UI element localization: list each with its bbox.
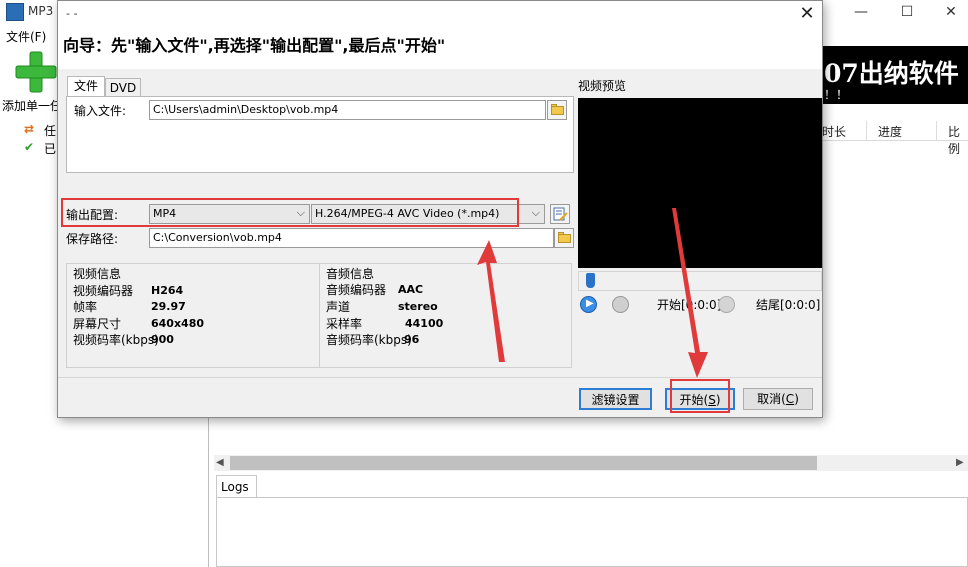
refresh-icon: ⇄ xyxy=(24,122,35,136)
play-icon[interactable]: ▶ xyxy=(580,296,597,313)
scrollbar-thumb[interactable] xyxy=(230,456,817,470)
highlight-box-output xyxy=(61,198,519,227)
input-file-label: 输入文件: xyxy=(74,104,127,118)
logs-area xyxy=(216,497,968,567)
wizard-instruction: 向导：先"输入文件",再选择"输出配置",最后点"开始" xyxy=(63,36,446,55)
audio-bitrate-key: 音频码率(kbps) xyxy=(326,333,412,347)
end-time: 结尾[0:0:0] xyxy=(756,298,821,312)
dialog-title: - - xyxy=(66,7,78,20)
screen-size-value: 640x480 xyxy=(151,317,205,330)
video-bitrate-value: 900 xyxy=(151,333,174,346)
preview-label: 视频预览 xyxy=(578,79,627,93)
minimize-icon[interactable]: — xyxy=(846,2,876,22)
browse-save-button[interactable] xyxy=(554,228,574,248)
save-path-label: 保存路径: xyxy=(66,232,119,246)
filter-settings-button[interactable]: 滤镜设置 xyxy=(579,388,652,410)
video-codec-value: H264 xyxy=(151,284,184,297)
maximize-icon[interactable]: ☐ xyxy=(892,2,922,22)
sample-rate-key: 采样率 xyxy=(326,317,363,331)
wizard-dialog: - - ✕ 向导：先"输入文件",再选择"输出配置",最后点"开始" 文件 DV… xyxy=(57,0,823,418)
audio-codec-value: AAC xyxy=(398,283,424,296)
screen-size-key: 屏幕尺寸 xyxy=(73,317,122,331)
save-path-field[interactable]: C:\Conversion\vob.mp4 xyxy=(149,228,554,248)
column-ratio[interactable]: 比例 xyxy=(948,123,968,157)
app-icon xyxy=(6,3,24,21)
app-title: MP3 xyxy=(28,4,54,18)
add-plus-icon[interactable] xyxy=(14,50,58,94)
video-codec-key: 视频编码器 xyxy=(73,284,134,298)
add-single-task-label[interactable]: 添加单一任 xyxy=(2,97,62,114)
next-frame-icon[interactable] xyxy=(718,296,735,313)
stop-icon[interactable] xyxy=(612,296,629,313)
preview-seek-slider[interactable] xyxy=(578,271,822,291)
info-divider xyxy=(319,263,320,368)
close-icon[interactable]: ✕ xyxy=(794,3,820,25)
column-separator[interactable] xyxy=(936,121,937,141)
sample-rate-value: 44100 xyxy=(405,317,444,330)
preview-controls: ▶ 开始[0:0:0] 结尾[0:0:0] xyxy=(578,293,822,317)
audio-codec-key: 音频编码器 xyxy=(326,283,387,297)
column-progress[interactable]: 进度 xyxy=(878,123,902,140)
highlight-box-start xyxy=(670,379,730,413)
edit-profile-button[interactable] xyxy=(550,204,570,224)
video-info-title: 视频信息 xyxy=(73,267,122,281)
input-panel: 输入文件: C:\Users\admin\Desktop\vob.mp4 xyxy=(66,96,574,173)
seek-thumb[interactable] xyxy=(586,273,595,288)
task-tree: ⇄ 任 ✔ 已 xyxy=(24,122,57,156)
frame-rate-value: 29.97 xyxy=(151,300,186,313)
scroll-left-icon[interactable]: ◀ xyxy=(216,456,228,470)
audio-info-title: 音频信息 xyxy=(326,267,375,281)
input-file-field[interactable]: C:\Users\admin\Desktop\vob.mp4 xyxy=(149,100,546,120)
browse-input-button[interactable] xyxy=(547,100,567,120)
tab-logs[interactable]: Logs xyxy=(216,475,257,498)
edit-settings-icon xyxy=(553,207,568,221)
task-list-header: 时长 进度 比例 xyxy=(822,121,968,156)
column-separator[interactable] xyxy=(866,121,867,141)
tab-file[interactable]: 文件 xyxy=(67,76,105,97)
column-duration[interactable]: 时长 xyxy=(822,123,846,140)
scroll-right-icon[interactable]: ▶ xyxy=(956,456,968,470)
frame-rate-key: 帧率 xyxy=(73,300,98,314)
window-close-icon[interactable]: ✕ xyxy=(936,2,966,22)
video-preview xyxy=(578,98,822,268)
start-time: 开始[0:0:0] xyxy=(657,298,722,312)
menu-file[interactable]: 文件(F) xyxy=(6,28,46,45)
video-bitrate-key: 视频码率(kbps) xyxy=(73,333,159,347)
dialog-separator xyxy=(58,377,822,378)
tab-dvd[interactable]: DVD xyxy=(105,78,141,96)
check-icon: ✔ xyxy=(24,140,35,154)
channels-value: stereo xyxy=(398,300,438,313)
banner-text: 07出纳软件 xyxy=(824,59,959,88)
banner-subtext: ！！ xyxy=(824,88,849,102)
channels-key: 声道 xyxy=(326,300,351,314)
chevron-down-icon: ⌵ xyxy=(531,206,540,219)
audio-bitrate-value: 96 xyxy=(404,333,420,346)
cancel-button[interactable]: 取消(C) xyxy=(743,388,813,410)
